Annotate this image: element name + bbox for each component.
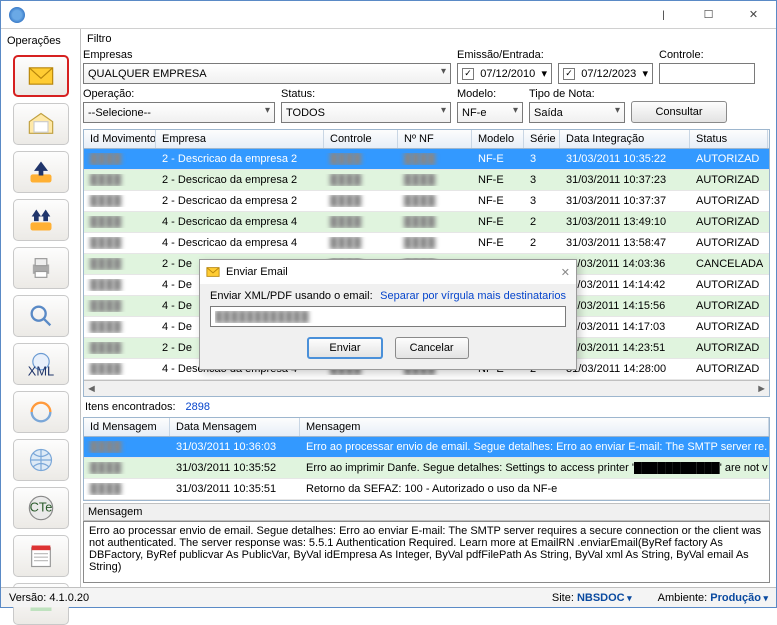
table-row[interactable]: ████4 - Descricao da empresa 4████████NF… (84, 233, 769, 254)
empresas-label: Empresas (83, 49, 451, 61)
grid-header[interactable]: Status (690, 130, 768, 148)
found-label: Itens encontrados: (85, 401, 176, 413)
date-from[interactable]: ✓07/12/2010▾ (457, 63, 552, 84)
sidebar-email-button[interactable] (13, 55, 69, 97)
tiponota-select[interactable]: Saída (529, 102, 625, 123)
grid-header[interactable]: Controle (324, 130, 398, 148)
dialog-label: Enviar XML/PDF usando o email: (210, 290, 373, 302)
sidebar-xml-button[interactable]: XML (13, 343, 69, 385)
dialog-title: Enviar Email (226, 266, 288, 278)
enviar-email-dialog: Enviar Email ✕ Enviar XML/PDF usando o e… (199, 259, 577, 370)
sidebar: Operações XML CTe GNRE (1, 29, 81, 587)
tiponota-label: Tipo de Nota: (529, 88, 625, 100)
emissao-label: Emissão/Entrada: (457, 49, 653, 61)
dialog-link[interactable]: Separar por vírgula mais destinatarios (380, 290, 566, 302)
dialog-email-input[interactable] (210, 306, 566, 327)
sidebar-header: Operações (1, 33, 80, 49)
minimize-button[interactable]: 〡 (641, 1, 686, 29)
mensagem-text: Erro ao processar envio de email. Segue … (83, 521, 770, 583)
status-select[interactable]: TODOS (281, 102, 451, 123)
dialog-close-icon[interactable]: ✕ (561, 266, 570, 279)
site-dropdown[interactable]: NBSDOC (577, 592, 632, 604)
statusbar: Versão: 4.1.0.20 Site: NBSDOC Ambiente: … (1, 587, 776, 607)
grid-header[interactable]: Mensagem (300, 418, 769, 436)
empresas-select[interactable]: QUALQUER EMPRESA (83, 63, 451, 84)
table-row[interactable]: ████4 - Descricao da empresa 4████████NF… (84, 212, 769, 233)
grid-header[interactable]: Data Integração (560, 130, 690, 148)
table-row[interactable]: ████2 - Descricao da empresa 2████████NF… (84, 149, 769, 170)
operacao-label: Operação: (83, 88, 275, 100)
dialog-enviar-button[interactable]: Enviar (307, 337, 382, 359)
table-row[interactable]: ████2 - Descricao da empresa 2████████NF… (84, 170, 769, 191)
svg-text:CTe: CTe (29, 500, 52, 515)
status-label: Status: (281, 88, 451, 100)
table-row[interactable]: ████31/03/2011 10:36:03Erro ao processar… (84, 437, 769, 458)
consultar-button[interactable]: Consultar (631, 101, 727, 123)
mensagens-grid: Id MensagemData MensagemMensagem ████31/… (83, 417, 770, 501)
grid-header[interactable]: Data Mensagem (170, 418, 300, 436)
sidebar-notepad-button[interactable] (13, 535, 69, 577)
sidebar-globe-button[interactable] (13, 439, 69, 481)
sidebar-upload-button[interactable] (13, 151, 69, 193)
grid-header[interactable]: Modelo (472, 130, 524, 148)
grid-header[interactable]: Id Mensagem (84, 418, 170, 436)
filter-header: Filtro (83, 31, 770, 47)
app-icon (9, 7, 25, 23)
sidebar-print-button[interactable] (13, 247, 69, 289)
table-row[interactable]: ████2 - Descricao da empresa 2████████NF… (84, 191, 769, 212)
svg-text:XML: XML (27, 364, 53, 378)
table-row[interactable]: ████31/03/2011 10:35:52Erro ao imprimir … (84, 458, 769, 479)
sidebar-open-mail-button[interactable] (13, 103, 69, 145)
modelo-select[interactable]: NF-e (457, 102, 523, 123)
sidebar-search-button[interactable] (13, 295, 69, 337)
dialog-cancelar-button[interactable]: Cancelar (395, 337, 469, 359)
modelo-label: Modelo: (457, 88, 523, 100)
grid-header[interactable]: Série (524, 130, 560, 148)
titlebar: 〡 ☐ ✕ (1, 1, 776, 29)
grid-header[interactable]: Empresa (156, 130, 324, 148)
sidebar-cte-button[interactable]: CTe (13, 487, 69, 529)
table-row[interactable]: ████31/03/2011 10:35:51Retorno da SEFAZ:… (84, 479, 769, 500)
grid-scrollbar[interactable]: ◄► (84, 380, 769, 396)
close-button[interactable]: ✕ (731, 1, 776, 29)
ambiente-dropdown[interactable]: Produção (710, 592, 768, 604)
sidebar-upload-multi-button[interactable] (13, 199, 69, 241)
operacao-select[interactable]: --Selecione-- (83, 102, 275, 123)
controle-label: Controle: (659, 49, 755, 61)
found-count[interactable]: 2898 (186, 401, 210, 413)
controle-input[interactable] (659, 63, 755, 84)
dialog-icon (206, 265, 220, 279)
grid-header[interactable]: Id Movimento (84, 130, 156, 148)
mensagem-header: Mensagem (83, 503, 770, 521)
sidebar-sync-button[interactable] (13, 391, 69, 433)
grid-header[interactable]: Nº NF (398, 130, 472, 148)
date-to[interactable]: ✓07/12/2023▾ (558, 63, 653, 84)
maximize-button[interactable]: ☐ (686, 1, 731, 29)
